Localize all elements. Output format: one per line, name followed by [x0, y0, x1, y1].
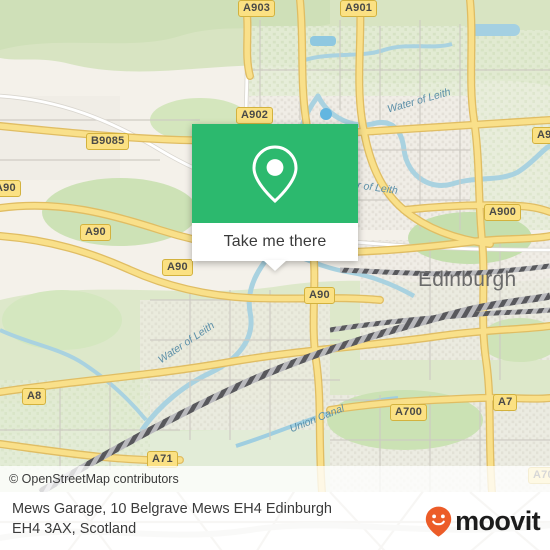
- road-shield-a90-midwest: A90: [80, 224, 111, 241]
- road-shield-a902: A902: [236, 107, 274, 124]
- location-popup-card[interactable]: Take me there: [192, 124, 358, 271]
- moovit-logo[interactable]: moovit: [425, 506, 541, 537]
- road-shield-a90-northeast: A90: [532, 127, 550, 144]
- road-shield-a90-center: A90: [162, 259, 193, 276]
- road-shield-a90-east: A90: [304, 287, 335, 304]
- address-line-2: EH4 3AX, Scotland: [12, 521, 137, 537]
- road-shield-a900: A900: [484, 204, 522, 221]
- moovit-pin-smiley-icon: [425, 506, 452, 537]
- address-line-1: Mews Garage, 10 Belgrave Mews EH4 Edinbu…: [12, 501, 332, 517]
- map-pin-icon: [252, 144, 298, 203]
- road-shield-a90-west: A90: [0, 180, 21, 197]
- attribution-text: © OpenStreetMap contributors: [9, 472, 179, 486]
- map-label-edinburgh: Edinburgh: [418, 268, 517, 291]
- road-shield-a8: A8: [22, 388, 47, 405]
- road-shield-a7: A7: [493, 394, 518, 411]
- moovit-wordmark: moovit: [455, 506, 541, 536]
- take-me-there-label: Take me there: [223, 233, 327, 250]
- map-screenshot: Edinburgh Water of Leith Water of Leith …: [0, 0, 550, 550]
- road-shield-b9085: B9085: [86, 133, 130, 150]
- location-address: Mews Garage, 10 Belgrave Mews EH4 Edinbu…: [12, 499, 402, 539]
- footer-bar: Mews Garage, 10 Belgrave Mews EH4 Edinbu…: [0, 492, 550, 550]
- popup-card-header: [192, 124, 358, 223]
- road-shield-a700: A700: [390, 404, 428, 421]
- road-shield-a901: A901: [340, 0, 378, 17]
- road-shield-a903: A903: [238, 0, 276, 17]
- map-attribution-bar: © OpenStreetMap contributors: [0, 466, 550, 492]
- popup-card-action[interactable]: Take me there: [192, 223, 358, 261]
- popup-card-pointer: [263, 260, 287, 271]
